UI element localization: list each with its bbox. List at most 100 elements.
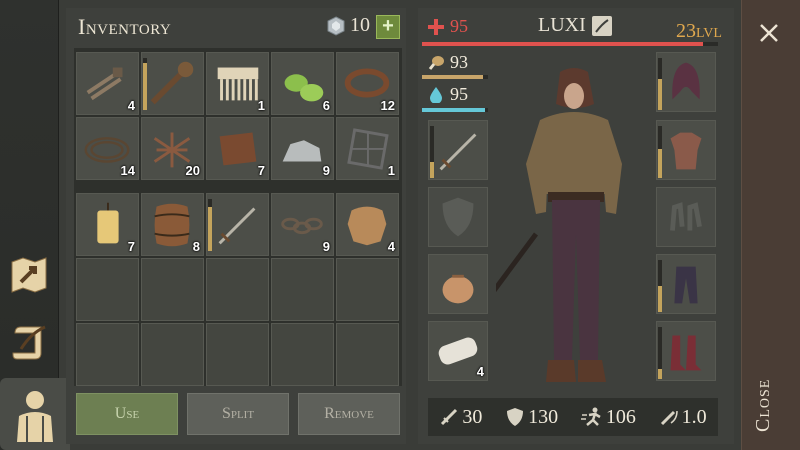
- edit-name-button[interactable]: [592, 16, 612, 36]
- character-stats-bar: 30 130 106 1.0: [428, 398, 718, 436]
- right-equip-slot[interactable]: [656, 52, 716, 112]
- health-stat: 95: [428, 16, 468, 37]
- inventory-slot[interactable]: 4: [76, 52, 139, 115]
- character-name: LUXI: [538, 14, 586, 36]
- defense-stat: 130: [505, 406, 558, 429]
- durability-bar: [658, 327, 662, 379]
- right-equip-slot[interactable]: [656, 254, 716, 314]
- water-value: 95: [450, 84, 468, 104]
- item-quantity: 4: [476, 364, 484, 379]
- water-drop-icon: [430, 86, 442, 103]
- inventory-slot[interactable]: [141, 52, 204, 115]
- weight-stat: 1.0: [659, 406, 707, 429]
- attack-stat: 30: [439, 406, 482, 429]
- inventory-slot-empty[interactable]: [336, 323, 399, 386]
- item-quantity: 1: [257, 98, 265, 113]
- durability-bar: [208, 199, 212, 251]
- spiked-club-icon: [150, 61, 194, 105]
- inventory-slot-empty[interactable]: [206, 323, 269, 386]
- durability-bar: [143, 58, 147, 110]
- durability-bar: [658, 126, 662, 178]
- food-stat: 93: [428, 52, 468, 73]
- hood-icon: [672, 62, 700, 100]
- split-button[interactable]: Split: [187, 393, 289, 435]
- item-quantity: 1: [387, 163, 395, 178]
- character-tab[interactable]: [0, 378, 70, 450]
- sword-icon: [218, 207, 256, 245]
- durability-bar: [430, 126, 434, 178]
- item-quantity: 6: [322, 98, 330, 113]
- inventory-slot[interactable]: 7: [76, 193, 139, 256]
- character-model: [496, 64, 656, 394]
- item-quantity: 9: [322, 239, 330, 254]
- right-equip-slot[interactable]: [656, 187, 716, 247]
- crafting-tab[interactable]: [4, 314, 54, 372]
- left-equip-slot[interactable]: [428, 120, 488, 180]
- inventory-slot-empty[interactable]: [206, 258, 269, 321]
- inventory-slot[interactable]: 8: [141, 193, 204, 256]
- gloves-slot-icon: [670, 202, 702, 231]
- inventory-slot-empty[interactable]: [271, 258, 334, 321]
- inventory-slot[interactable]: 1: [336, 117, 399, 180]
- health-cross-icon: [428, 18, 444, 35]
- right-equip-slot[interactable]: [656, 321, 716, 381]
- use-button[interactable]: Use: [76, 393, 178, 435]
- shield-icon: [507, 408, 524, 426]
- inventory-slot[interactable]: 14: [76, 117, 139, 180]
- left-equip-slot[interactable]: [428, 254, 488, 314]
- map-tab[interactable]: [4, 246, 54, 304]
- scroll-quill-icon: [12, 325, 46, 360]
- remove-button[interactable]: Remove: [298, 393, 400, 435]
- inventory-slot[interactable]: 7: [206, 117, 269, 180]
- item-quantity: 20: [185, 163, 200, 178]
- gem-counter: 10: [326, 14, 370, 37]
- water-stat: 95: [428, 84, 468, 105]
- item-quantity: 4: [387, 239, 395, 254]
- inventory-slot-empty[interactable]: [141, 258, 204, 321]
- item-quantity: 7: [127, 239, 135, 254]
- left-equip-slot[interactable]: 4: [428, 321, 488, 381]
- inventory-slot[interactable]: 4: [336, 193, 399, 256]
- inventory-slot[interactable]: 20: [141, 117, 204, 180]
- quill-icon: [595, 19, 609, 33]
- boots-icon: [670, 335, 702, 371]
- item-quantity: 14: [120, 163, 135, 178]
- inventory-slot[interactable]: 9: [271, 117, 334, 180]
- inventory-slot-empty[interactable]: [141, 323, 204, 386]
- health-value: 95: [450, 16, 468, 36]
- pants-icon: [674, 266, 698, 304]
- inventory-slot[interactable]: 1: [206, 52, 269, 115]
- close-icon[interactable]: [752, 16, 786, 50]
- defense-value: 130: [528, 405, 559, 428]
- health-bar: [422, 42, 718, 46]
- inventory-slot-empty[interactable]: [76, 323, 139, 386]
- close-button[interactable]: Close: [752, 252, 775, 432]
- speed-stat: 106: [580, 405, 636, 429]
- tunic-icon: [670, 132, 702, 170]
- level-number: 23: [676, 20, 696, 42]
- level-unit: LVL: [696, 26, 722, 41]
- inventory-slot-empty[interactable]: [271, 323, 334, 386]
- inventory-grid: 4 1 6 12 14 20 7 9 1 7 8 9 4: [74, 48, 402, 386]
- inventory-slot-empty[interactable]: [76, 258, 139, 321]
- weight-value: 1.0: [681, 405, 707, 428]
- attack-value: 30: [462, 405, 483, 428]
- gem-icon: [327, 15, 345, 36]
- speed-value: 106: [605, 405, 636, 428]
- inventory-slot[interactable]: 12: [336, 52, 399, 115]
- left-equip-slot[interactable]: [428, 187, 488, 247]
- running-icon: [580, 407, 601, 426]
- inventory-slot[interactable]: 6: [271, 52, 334, 115]
- inventory-slot-empty[interactable]: [336, 258, 399, 321]
- level-display: 23LVL: [676, 20, 722, 43]
- buy-gems-button[interactable]: +: [376, 15, 400, 39]
- item-quantity: 7: [257, 163, 265, 178]
- inventory-slot[interactable]: 9: [271, 193, 334, 256]
- inventory-title: Inventory: [78, 14, 172, 39]
- item-quantity: 9: [322, 163, 330, 178]
- sword-icon: [441, 408, 458, 426]
- pouch-icon: [442, 274, 474, 304]
- right-equip-slot[interactable]: [656, 120, 716, 180]
- durability-bar: [658, 58, 662, 110]
- inventory-slot[interactable]: [206, 193, 269, 256]
